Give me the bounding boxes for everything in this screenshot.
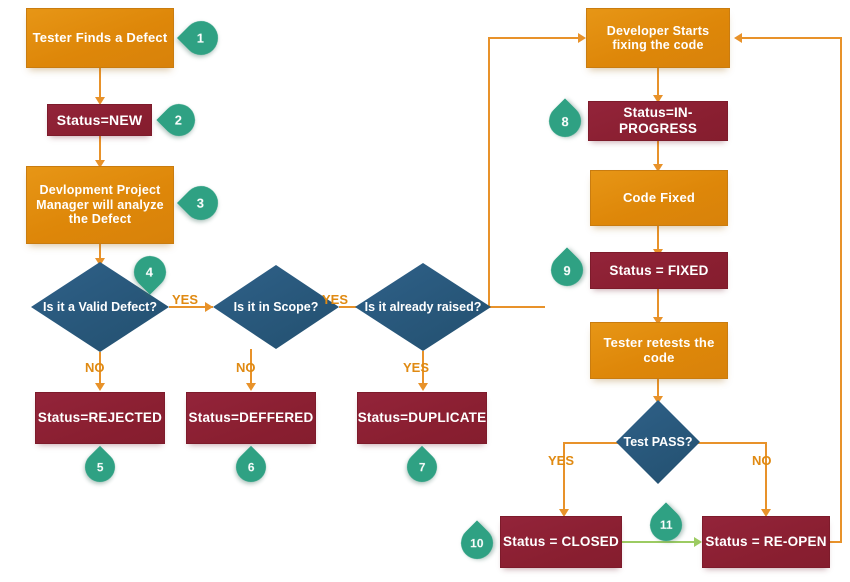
arrowhead-valid-yes <box>205 302 213 312</box>
callout-5-label: 5 <box>96 460 104 474</box>
node-pm-analyze[interactable]: Devlopment Project Manager will analyze … <box>26 166 174 244</box>
node-status-closed[interactable]: Status = CLOSED <box>500 516 622 568</box>
edge-pass-yes-h <box>563 442 618 444</box>
callout-8-label: 8 <box>561 113 569 129</box>
arrowhead-raised-yes <box>418 383 428 391</box>
callout-7: 7 <box>400 445 444 489</box>
node-already-raised-label: Is it already raised? <box>364 299 482 314</box>
callout-6: 6 <box>229 445 273 489</box>
edge-label-pass-yes: YES <box>548 453 575 468</box>
node-status-deffered[interactable]: Status=DEFFERED <box>186 392 316 444</box>
callout-1-label: 1 <box>197 30 205 46</box>
node-test-pass-label: Test PASS? <box>623 434 693 449</box>
node-code-fixed[interactable]: Code Fixed <box>590 170 728 226</box>
callout-9: 9 <box>544 247 590 293</box>
callout-3: 3 <box>176 178 226 228</box>
node-tester-retests[interactable]: Tester retests the code <box>590 322 728 379</box>
edge-closed-to-reopen <box>622 541 700 543</box>
flowchart-canvas: Tester Finds a Defect 1 Status=NEW 2 Dev… <box>0 0 850 582</box>
arrowhead-raised-no-to-developer <box>578 33 586 43</box>
edge-new-to-analyze <box>99 136 101 163</box>
node-developer-fixing[interactable]: Developer Starts fixing the code <box>586 8 730 68</box>
edge-developer-to-inprogress <box>657 68 659 98</box>
edge-label-scope-no: NO <box>236 360 256 375</box>
edge-defect-to-new <box>99 68 101 100</box>
node-status-fixed[interactable]: Status = FIXED <box>590 252 728 289</box>
arrowhead-reopen-return-to-developer <box>734 33 742 43</box>
callout-10-label: 10 <box>470 536 484 551</box>
edge-raised-no-h2 <box>488 37 583 39</box>
callout-6-label: 6 <box>247 460 255 474</box>
callout-2-label: 2 <box>175 112 183 128</box>
edge-reopen-return-h2 <box>742 37 841 39</box>
node-in-scope-label: Is it in Scope? <box>233 299 319 314</box>
edge-pass-no-h <box>698 442 766 444</box>
callout-10: 10 <box>454 520 500 566</box>
callout-5: 5 <box>78 445 122 489</box>
node-status-rejected[interactable]: Status=REJECTED <box>35 392 165 444</box>
arrowhead-closed-to-reopen <box>694 537 702 547</box>
callout-8: 8 <box>542 98 588 144</box>
callout-7-label: 7 <box>418 460 426 474</box>
edge-label-pass-no: NO <box>752 453 772 468</box>
node-tester-finds-defect[interactable]: Tester Finds a Defect <box>26 8 174 68</box>
node-status-new[interactable]: Status=NEW <box>47 104 152 136</box>
node-test-pass[interactable]: Test PASS? <box>616 400 700 484</box>
edge-raised-no-h1 <box>489 306 545 308</box>
callout-3-label: 3 <box>197 195 205 211</box>
edge-label-scope-yes: YES <box>322 292 349 307</box>
callout-1: 1 <box>176 13 226 63</box>
arrowhead-valid-no <box>95 383 105 391</box>
node-already-raised[interactable]: Is it already raised? <box>355 263 491 351</box>
node-status-in-progress[interactable]: Status=IN-PROGRESS <box>588 101 728 141</box>
callout-9-label: 9 <box>563 262 571 278</box>
arrowhead-scope-no <box>246 383 256 391</box>
edge-label-raised-yes: YES <box>403 360 430 375</box>
node-status-reopen[interactable]: Status = RE-OPEN <box>702 516 830 568</box>
edge-reopen-return-v <box>840 37 842 542</box>
edge-label-valid-yes: YES <box>172 292 199 307</box>
callout-11-label: 11 <box>659 518 673 532</box>
edge-label-valid-no: NO <box>85 360 105 375</box>
callout-4-label: 4 <box>146 264 154 280</box>
node-status-duplicate[interactable]: Status=DUPLICATE <box>357 392 487 444</box>
node-in-scope[interactable]: Is it in Scope? <box>213 265 339 349</box>
callout-2: 2 <box>156 97 202 143</box>
